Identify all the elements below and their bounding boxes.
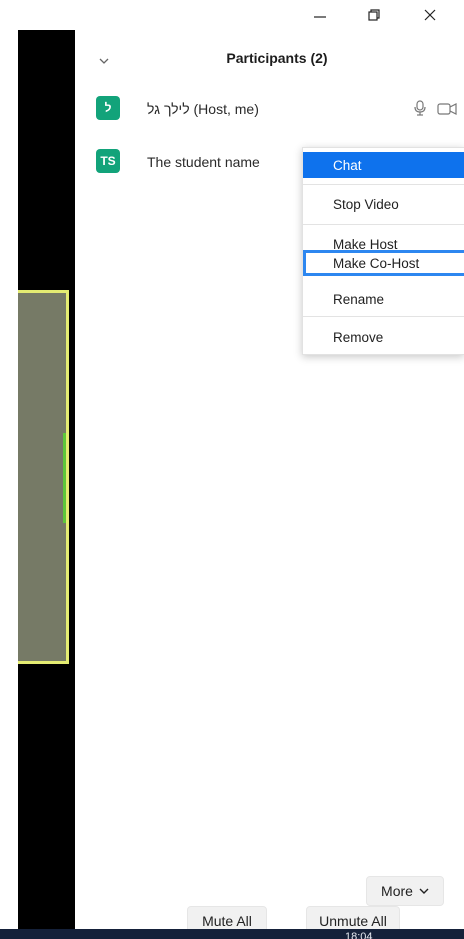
menu-item-chat[interactable]: Chat — [303, 152, 464, 178]
restore-button[interactable] — [354, 0, 394, 30]
taskbar: 18:04 — [0, 929, 464, 939]
menu-divider — [303, 316, 464, 317]
speaker-highlight — [63, 433, 66, 523]
participant-context-menu: Chat Stop Video Make Host Make Co-Host R… — [302, 147, 464, 355]
minimize-button[interactable] — [300, 0, 340, 30]
taskbar-clock[interactable]: 18:04 — [345, 930, 373, 939]
avatar: TS — [96, 149, 120, 173]
video-camera-icon[interactable] — [437, 102, 457, 116]
panel-title: Participants (2) — [226, 50, 328, 66]
menu-divider — [303, 184, 464, 185]
participant-name: The student name — [147, 154, 260, 170]
menu-divider — [303, 224, 464, 225]
chevron-down-icon — [419, 888, 429, 894]
menu-item-stop-video[interactable]: Stop Video — [303, 192, 464, 216]
avatar: ל — [96, 96, 120, 120]
close-button[interactable] — [410, 0, 450, 30]
minimize-icon — [314, 16, 326, 18]
panel-header: Participants (2) — [75, 30, 464, 88]
active-speaker-video-tile[interactable] — [18, 290, 69, 664]
restore-icon — [368, 9, 380, 21]
menu-item-remove[interactable]: Remove — [303, 325, 464, 349]
more-button[interactable]: More — [366, 876, 444, 906]
participant-name: לילך גל (Host, me) — [147, 101, 259, 117]
menu-item-rename[interactable]: Rename — [303, 287, 464, 311]
zoom-participants-window: Participants (2) ל לילך גל (Host, me) TS… — [0, 0, 464, 939]
close-icon — [424, 9, 436, 21]
participant-row[interactable]: ל לילך גל (Host, me) — [75, 94, 464, 130]
title-bar — [0, 0, 464, 30]
microphone-icon[interactable] — [413, 100, 427, 116]
menu-item-make-co-host[interactable]: Make Co-Host — [303, 250, 464, 276]
more-button-label: More — [381, 883, 413, 899]
